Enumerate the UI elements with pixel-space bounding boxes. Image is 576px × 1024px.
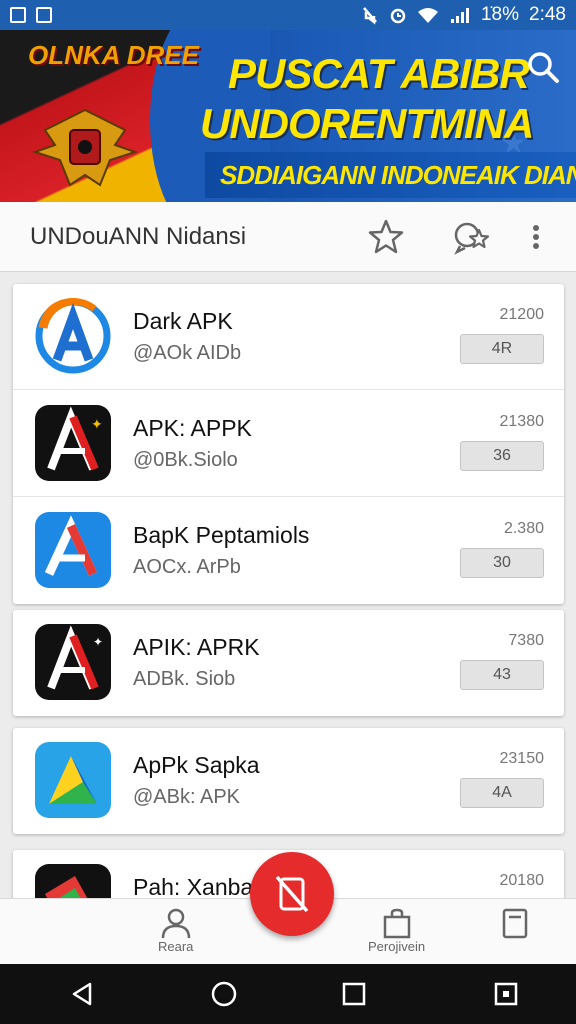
app-size: 21380 xyxy=(499,413,545,430)
screenshot-icon[interactable] xyxy=(490,978,522,1010)
banner-subtitle: SDDIAIGANN INDONEAIK DIANE xyxy=(220,160,576,190)
download-button[interactable]: 36 xyxy=(460,441,544,471)
banner-emblem-text: OLNKA DREE xyxy=(28,40,199,70)
rate-comment-icon[interactable] xyxy=(452,217,492,257)
app-logo-icon: ✦ xyxy=(35,624,111,700)
app-subtitle: @ABk: APK xyxy=(133,786,241,808)
shopping-bag-icon xyxy=(383,908,410,939)
recent-apps-icon[interactable] xyxy=(338,978,370,1010)
promo-banner[interactable]: ★ ★ OLNKA DREE PUSCAT ABIBR UNDORENTMINA… xyxy=(0,30,576,202)
system-navigation-bar xyxy=(0,964,576,1024)
app-name: APIK: APRK xyxy=(133,634,260,660)
garuda-emblem-icon xyxy=(31,108,139,187)
app-subtitle: @AOk AIDb xyxy=(133,342,242,364)
app-name: ApPk Sapka xyxy=(133,752,260,778)
app-list-item[interactable]: Dark APK @AOk AIDb 21200 4R xyxy=(13,284,564,390)
banner-title: PUSCAT ABIBR xyxy=(228,50,530,97)
app-size: 7380 xyxy=(508,632,544,649)
app-size: 2.380 xyxy=(503,520,544,537)
image-notification-icon xyxy=(36,7,52,23)
nav-purchases-label: Perojivein xyxy=(368,939,426,954)
download-button[interactable]: 4R xyxy=(460,334,544,364)
nav-purchases[interactable]: Perojivein xyxy=(368,907,425,954)
app-screen: 1̇8% 2:48 ★ ★ OLNKA DREE PUSCAT ABIBR UN… xyxy=(0,0,576,1024)
floating-action-button[interactable] xyxy=(250,852,334,936)
signal-icon xyxy=(450,8,469,23)
app-subtitle: AOCx. ArPb xyxy=(133,556,241,578)
app-logo-icon xyxy=(35,742,111,818)
app-list-card: ApPk Sapka @ABk: APK 23150 4A xyxy=(13,728,564,834)
person-icon xyxy=(161,908,190,939)
status-bar: 1̇8% 2:48 xyxy=(0,0,576,30)
app-size: 23150 xyxy=(499,750,545,767)
back-icon[interactable] xyxy=(66,978,98,1010)
home-icon[interactable] xyxy=(208,978,240,1010)
mute-icon xyxy=(363,7,377,25)
favorite-star-icon[interactable] xyxy=(366,217,406,257)
section-toolbar: UNDouANN Nidansi xyxy=(0,202,576,272)
gallery-notification-icon xyxy=(10,7,26,23)
nav-library[interactable] xyxy=(500,907,530,939)
nav-profile[interactable]: Reara xyxy=(158,907,193,954)
nav-profile-label: Reara xyxy=(158,939,194,954)
app-subtitle: @0Bk.Siolo xyxy=(133,449,238,471)
app-size: 21200 xyxy=(499,306,545,323)
app-list-item[interactable]: ✦ APIK: APRK ADBk. Siob 7380 43 xyxy=(13,610,564,716)
app-list-item[interactable]: ApPk Sapka @ABk: APK 23150 4A xyxy=(13,728,564,834)
svg-text:✦: ✦ xyxy=(91,417,103,433)
app-name: APK: APPK xyxy=(133,415,252,441)
app-list-item[interactable]: BapK Peptamiols AOCx. ArPb 2.380 30 xyxy=(13,498,564,604)
app-list-card: ✦ APIK: APRK ADBk. Siob 7380 43 xyxy=(13,610,564,716)
svg-text:✦: ✦ xyxy=(93,635,103,649)
battery-level: 1̇8% xyxy=(480,4,520,25)
more-options-icon[interactable] xyxy=(526,217,546,257)
app-logo-icon xyxy=(35,298,111,374)
download-button[interactable]: 30 xyxy=(460,548,544,578)
app-size: 20180 xyxy=(499,872,545,889)
app-subtitle: ADBk. Siob xyxy=(133,668,236,690)
section-title: UNDouANN Nidansi xyxy=(30,222,247,250)
no-ads-icon xyxy=(275,875,309,913)
app-name: Pah: Xanbah xyxy=(133,874,267,900)
app-name: Dark APK xyxy=(133,308,233,334)
banner-title-line2: UNDORENTMINA xyxy=(200,100,534,147)
app-list-card: Dark APK @AOk AIDb 21200 4R ✦ APK: APPK … xyxy=(13,284,564,604)
app-logo-icon: ✦ xyxy=(35,405,111,481)
document-icon xyxy=(502,908,528,939)
alarm-icon xyxy=(390,8,406,24)
download-button[interactable]: 4A xyxy=(460,778,544,808)
wifi-icon xyxy=(417,8,438,23)
clock: 2:48 xyxy=(529,4,566,25)
app-name: BapK Peptamiols xyxy=(133,522,310,548)
search-icon[interactable] xyxy=(526,50,560,84)
download-button[interactable]: 43 xyxy=(460,660,544,690)
app-list-item[interactable]: ✦ APK: APPK @0Bk.Siolo 21380 36 xyxy=(13,391,564,497)
app-logo-icon xyxy=(35,512,111,588)
